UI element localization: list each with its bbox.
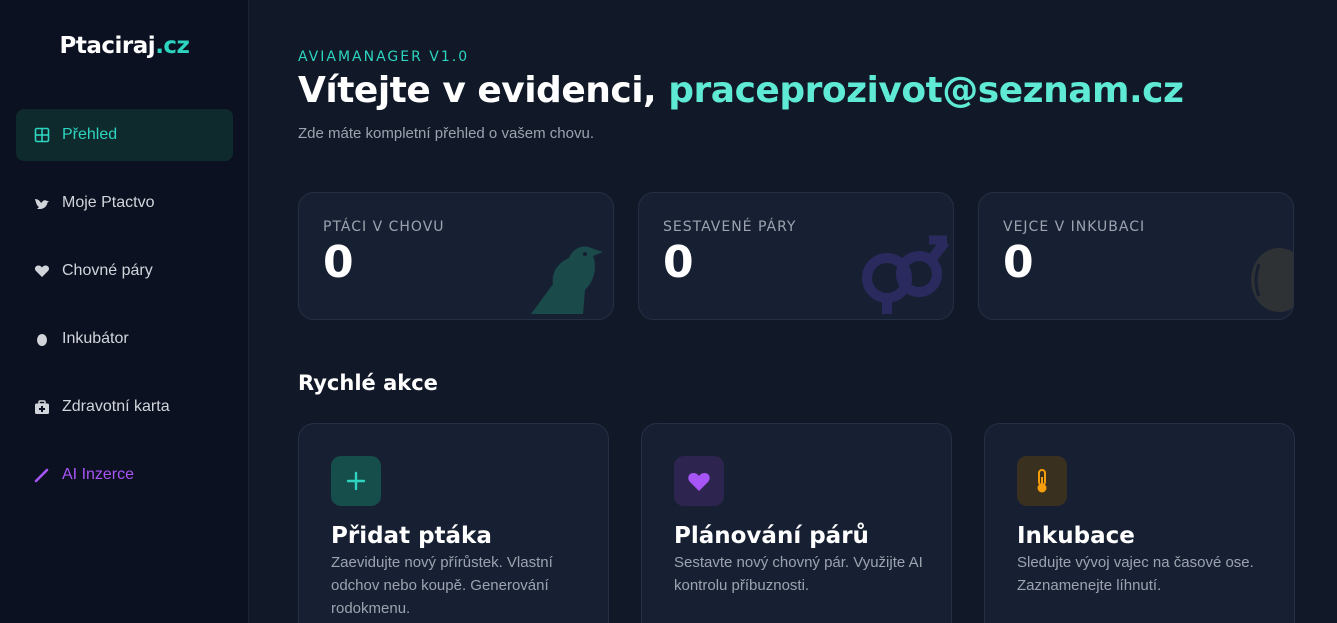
action-title: Přidat ptáka [331,523,492,549]
stat-card-birds: PTÁCI V CHOVU 0 [298,192,614,320]
user-email: praceprozivot@seznam.cz [668,70,1184,111]
section-title: Rychlé akce [298,371,438,395]
heart-icon [34,263,50,279]
stat-value: 0 [663,237,694,288]
gender-icon [857,230,953,319]
logo-main: Ptaciraj [59,33,156,59]
crow-icon [523,234,613,319]
incubation-card[interactable]: Inkubace Sledujte vývoj vajec na časové … [984,423,1295,623]
sidebar-item-label: AI Inzerce [62,466,135,483]
stat-value: 0 [323,237,354,288]
heart-icon [674,456,724,506]
stat-label: SESTAVENÉ PÁRY [663,219,797,235]
welcome-text: Vítejte v evidenci, [298,70,669,111]
action-title: Plánování párů [674,523,869,549]
egg-icon [1237,242,1293,319]
page-subtitle: Zde máte kompletní přehled o vašem chovu… [298,125,594,142]
stat-card-eggs: VEJCE V INKUBACI 0 [978,192,1294,320]
stat-value: 0 [1003,237,1034,288]
thermometer-icon [1017,456,1067,506]
page-title: Vítejte v evidenci, praceprozivot@seznam… [298,70,1184,111]
main-content: AVIAMANAGER V1.0 Vítejte v evidenci, pra… [249,0,1337,623]
dashboard-icon [34,127,50,143]
sidebar-item-label: Moje Ptactvo [62,194,155,211]
app-version: AVIAMANAGER V1.0 [298,49,470,65]
add-bird-card[interactable]: Přidat ptáka Zaevidujte nový přírůstek. … [298,423,609,623]
action-title: Inkubace [1017,523,1135,549]
sidebar-item-label: Chovné páry [62,262,153,279]
plus-icon [331,456,381,506]
egg-icon [34,331,50,347]
action-description: Sestavte nový chovný pár. Využijte AI ko… [674,554,923,594]
action-description: Zaevidujte nový přírůstek. Vlastní odcho… [331,554,553,617]
sidebar-item-prehled[interactable]: Přehled [16,109,233,161]
sidebar-item-chovne-pary[interactable]: Chovné páry [16,245,233,297]
magic-wand-icon [34,467,50,483]
sidebar-item-inkubator[interactable]: Inkubátor [16,313,233,365]
logo-tld: .cz [155,33,190,59]
sidebar: Ptaciraj.cz Přehled Moje Ptactvo Chovné … [0,0,249,623]
sidebar-item-moje-ptactvo[interactable]: Moje Ptactvo [16,177,233,229]
sidebar-item-label: Inkubátor [62,330,129,347]
stat-label: VEJCE V INKUBACI [1003,219,1146,235]
medical-kit-icon [34,399,50,415]
sidebar-item-label: Přehled [62,126,118,143]
sidebar-item-zdravotni-karta[interactable]: Zdravotní karta [16,381,233,433]
action-description: Sledujte vývoj vajec na časové ose. Zazn… [1017,554,1254,594]
pair-planning-card[interactable]: Plánování párů Sestavte nový chovný pár.… [641,423,952,623]
logo[interactable]: Ptaciraj.cz [0,33,249,59]
sidebar-item-ai-inzerce[interactable]: AI Inzerce [16,449,233,501]
bird-icon [34,195,50,211]
stat-label: PTÁCI V CHOVU [323,219,445,235]
sidebar-item-label: Zdravotní karta [62,398,170,415]
stat-card-pairs: SESTAVENÉ PÁRY 0 [638,192,954,320]
